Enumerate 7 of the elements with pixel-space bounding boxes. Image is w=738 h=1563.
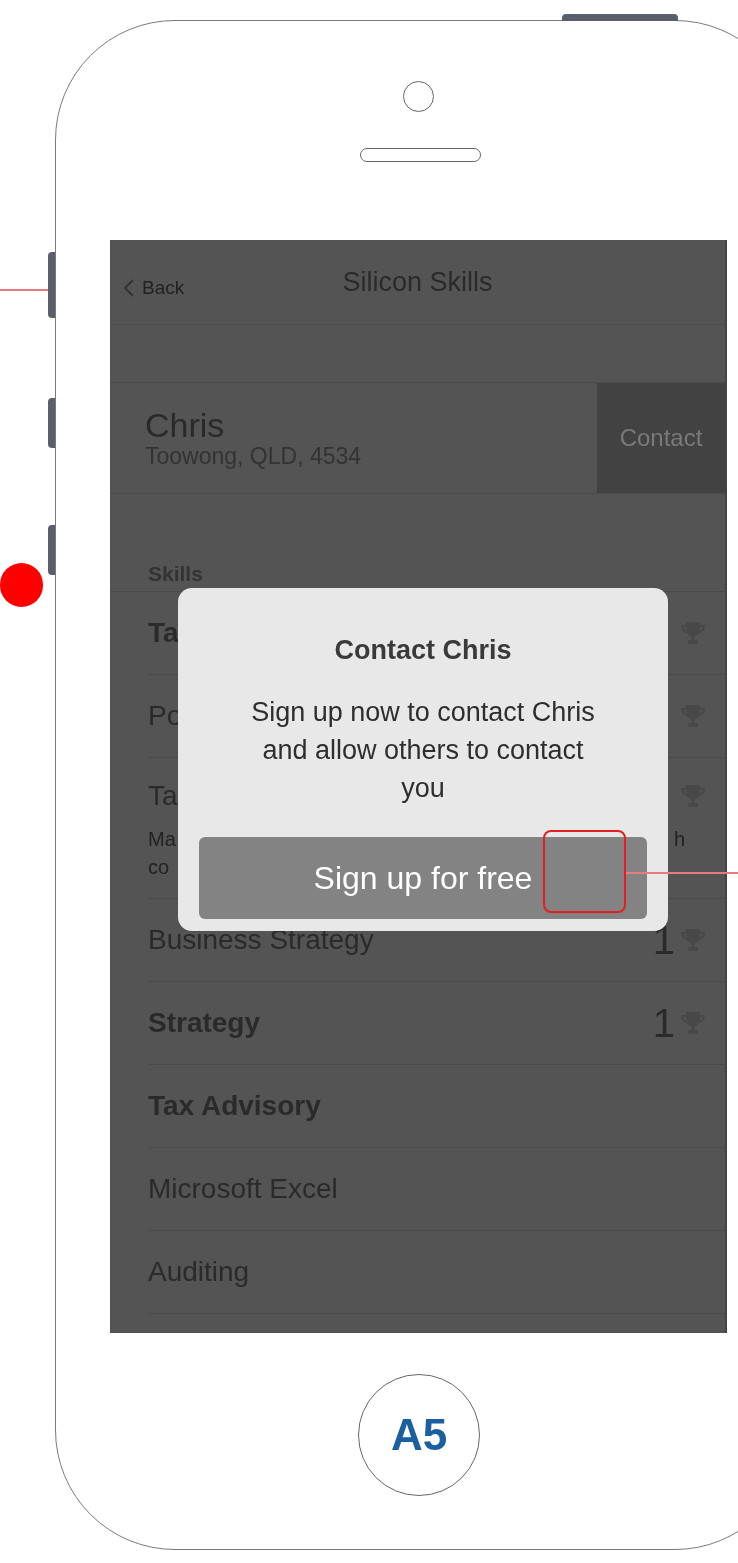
screen-label: A5 xyxy=(390,1409,448,1461)
dialog-title: Contact Chris xyxy=(334,634,512,667)
dialog-message: Sign up now to contact Chris and allow others to contact you xyxy=(250,695,596,805)
contact-button[interactable]: Contact xyxy=(597,383,725,493)
leader-line xyxy=(0,289,48,291)
chevron-left-icon xyxy=(124,279,134,298)
sign-up-button[interactable]: Sign up for free xyxy=(199,836,647,919)
